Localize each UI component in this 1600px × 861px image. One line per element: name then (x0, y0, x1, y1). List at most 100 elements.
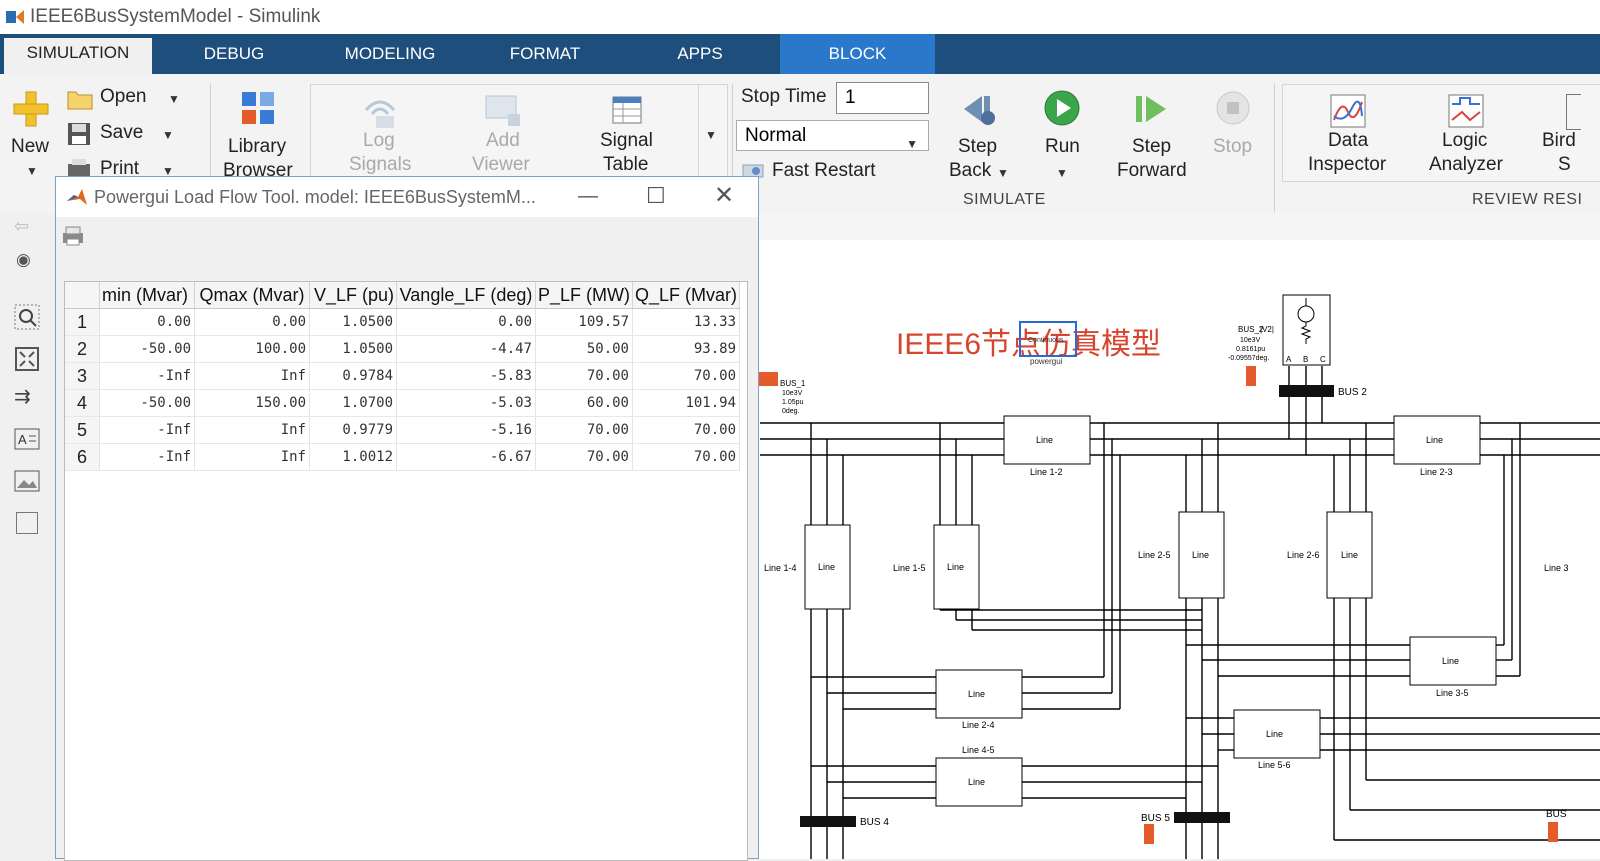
table-cell[interactable]: 70.00 (632, 362, 741, 390)
library-browser-label-1[interactable]: Library (228, 136, 286, 158)
table-cell[interactable]: -Inf (99, 416, 195, 444)
add-viewer-label-1[interactable]: Add (486, 130, 520, 152)
bus5-load-flow-badge[interactable] (1144, 824, 1154, 844)
logic-analyzer-label-1[interactable]: Logic (1442, 130, 1487, 152)
save-dropdown-icon[interactable]: ▼ (162, 128, 174, 142)
line-2-3-block[interactable]: Line Line 2-3 (1393, 415, 1481, 477)
table-row[interactable]: 5 -Inf Inf 0.9779 -5.16 70.00 70.00 (65, 416, 741, 444)
stop-time-input[interactable]: 1 (836, 82, 929, 114)
table-cell[interactable]: -5.03 (396, 389, 536, 417)
add-viewer-label-2[interactable]: Viewer (472, 154, 530, 176)
table-cell[interactable]: 60.00 (535, 389, 633, 417)
line-4-5-block[interactable]: Line Line 4-5 (935, 745, 1023, 807)
line-5-6-block[interactable]: Line Line 5-6 (1233, 709, 1321, 770)
table-cell[interactable]: 70.00 (632, 443, 741, 471)
bus2-bar[interactable] (1279, 385, 1334, 397)
data-inspector-label-1[interactable]: Data (1328, 130, 1368, 152)
run-icon[interactable] (1043, 89, 1081, 127)
data-inspector-label-2[interactable]: Inspector (1308, 154, 1386, 176)
column-header[interactable]: Vangle_LF (deg) (396, 282, 536, 309)
open-dropdown-icon[interactable]: ▼ (168, 92, 180, 106)
table-cell[interactable]: 0.00 (194, 308, 310, 336)
load-flow-title-bar[interactable]: Powergui Load Flow Tool. model: IEEE6Bus… (56, 177, 758, 217)
tab-simulation[interactable]: SIMULATION (4, 38, 152, 74)
tab-format[interactable]: FORMAT (486, 34, 604, 74)
step-forward-icon[interactable] (1132, 90, 1170, 128)
route-lines-icon[interactable]: ⇉ (14, 384, 31, 409)
tab-block[interactable]: BLOCK (780, 34, 935, 74)
back-arrow-icon[interactable]: ⇦ (14, 216, 29, 237)
table-cell[interactable]: 150.00 (194, 389, 310, 417)
step-back-dropdown-icon[interactable]: ▼ (997, 166, 1009, 180)
table-cell[interactable]: 70.00 (535, 416, 633, 444)
table-cell[interactable]: 0.00 (99, 308, 195, 336)
table-cell[interactable]: 93.89 (632, 335, 741, 363)
annotation-icon[interactable]: A (14, 428, 40, 450)
table-cell[interactable]: 100.00 (194, 335, 310, 363)
table-cell[interactable]: 50.00 (535, 335, 633, 363)
table-cell[interactable]: 1.0012 (309, 443, 397, 471)
print-icon[interactable] (62, 225, 84, 247)
line-2-4-block[interactable]: Line Line 2-4 (935, 669, 1023, 730)
signal-table-label-1[interactable]: Signal (600, 130, 653, 152)
step-forward-label-1[interactable]: Step (1132, 136, 1171, 158)
table-cell[interactable]: 0.00 (396, 308, 536, 336)
log-signals-label-2[interactable]: Signals (349, 154, 411, 176)
new-dropdown-icon[interactable]: ▼ (26, 164, 38, 178)
column-header[interactable]: Q_LF (Mvar) (632, 282, 741, 309)
line-2-5-block[interactable]: Line Line 2-5 (1138, 511, 1225, 599)
table-row[interactable]: 3 -Inf Inf 0.9784 -5.83 70.00 70.00 (65, 362, 741, 390)
step-back-label-2[interactable]: Back (949, 160, 991, 182)
table-cell[interactable]: 70.00 (632, 416, 741, 444)
table-cell[interactable]: 1.0500 (309, 308, 397, 336)
table-cell[interactable]: -50.00 (99, 389, 195, 417)
table-row[interactable]: 6 -Inf Inf 1.0012 -6.67 70.00 70.00 (65, 443, 741, 471)
table-cell[interactable]: Inf (194, 443, 310, 471)
table-cell[interactable]: 109.57 (535, 308, 633, 336)
tab-modeling[interactable]: MODELING (326, 34, 454, 74)
table-cell[interactable]: -5.83 (396, 362, 536, 390)
navigate-up-icon[interactable]: ◉ (16, 250, 31, 270)
table-cell[interactable]: Inf (194, 416, 310, 444)
bus4-bar[interactable] (800, 816, 856, 827)
table-cell[interactable]: 70.00 (535, 443, 633, 471)
table-cell[interactable]: 13.33 (632, 308, 741, 336)
new-icon[interactable] (12, 90, 50, 128)
area-icon[interactable] (16, 512, 38, 534)
image-icon[interactable] (14, 470, 40, 492)
table-cell[interactable]: 1.0500 (309, 335, 397, 363)
save-button[interactable]: Save (100, 122, 143, 144)
line-1-2-block[interactable]: Line Line 1-2 (1003, 415, 1091, 477)
fast-restart-toggle[interactable]: Fast Restart (772, 160, 875, 182)
birds-eye-label-1[interactable]: Bird (1542, 130, 1576, 152)
open-button[interactable]: Open (100, 86, 146, 108)
stop-icon[interactable] (1215, 90, 1251, 126)
step-forward-label-2[interactable]: Forward (1117, 160, 1187, 182)
tab-debug[interactable]: DEBUG (178, 34, 290, 74)
table-cell[interactable]: -5.16 (396, 416, 536, 444)
table-cell[interactable]: -4.47 (396, 335, 536, 363)
table-cell[interactable]: -Inf (99, 443, 195, 471)
bus1-load-flow-badge[interactable] (758, 372, 778, 386)
load-flow-tool-window[interactable]: Powergui Load Flow Tool. model: IEEE6Bus… (55, 176, 759, 861)
bus6-load-flow-badge[interactable] (1548, 822, 1558, 842)
run-dropdown-icon[interactable]: ▼ (1056, 166, 1068, 180)
signal-table-label-2[interactable]: Table (603, 154, 648, 176)
gallery-expand-icon[interactable]: ▼ (705, 128, 717, 142)
birds-eye-label-2[interactable]: S (1558, 154, 1571, 176)
log-signals-label-1[interactable]: Log (363, 130, 395, 152)
load-flow-grid[interactable]: min (Mvar) Qmax (Mvar) V_LF (pu) Vangle_… (65, 282, 741, 471)
bus5-bar[interactable] (1174, 812, 1230, 823)
table-cell[interactable]: Inf (194, 362, 310, 390)
minimize-button[interactable]: — (578, 185, 598, 208)
line-2-6-block[interactable]: Line Line 2-6 (1287, 511, 1373, 599)
table-cell[interactable]: -6.67 (396, 443, 536, 471)
column-header[interactable]: P_LF (MW) (535, 282, 633, 309)
table-cell[interactable]: 0.9784 (309, 362, 397, 390)
table-row[interactable]: 2 -50.00 100.00 1.0500 -4.47 50.00 93.89 (65, 335, 741, 363)
zoom-in-icon[interactable] (14, 304, 40, 330)
column-header[interactable]: V_LF (pu) (309, 282, 397, 309)
table-cell[interactable]: 0.9779 (309, 416, 397, 444)
run-button[interactable]: Run (1045, 136, 1080, 158)
line-3-5-block[interactable]: Line Line 3-5 (1409, 636, 1497, 698)
